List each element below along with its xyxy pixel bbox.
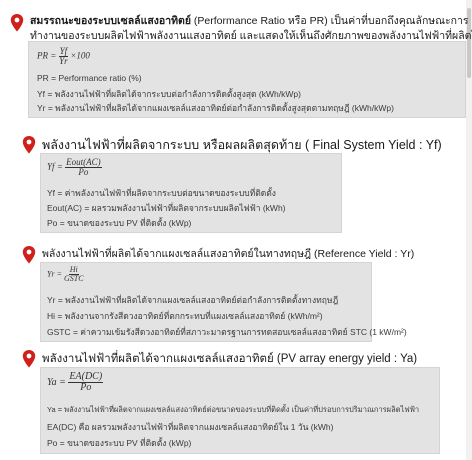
vertical-scrollbar[interactable] (466, 0, 472, 460)
formula-box: Yr = Hi GSTC Yr = พลังงานไฟฟ้าที่ผลิตได้… (40, 262, 407, 342)
section-reference-yield: พลังงานไฟฟ้าที่ผลิตได้จากแผงเซลล์แสงอาทิ… (0, 240, 466, 342)
definition-line: Eout(AC) = ผลรวมพลังงานไฟฟ้าที่ผลิตจากระ… (47, 203, 286, 213)
definition-line: Yr = พลังงานไฟฟ้าที่ผลิตได้จากแผงเซลล์แส… (47, 295, 339, 305)
definition-line: Yf = พลังงานไฟฟ้าที่ผลิตได้จากระบบต่อกำล… (37, 89, 301, 99)
definition-line: EA(DC) คือ ผลรวมพลังงานไฟฟ้าที่ผลิตจากแผ… (47, 422, 334, 432)
formula-yr: Yr = Hi GSTC (47, 266, 84, 283)
formula-ya: Ya = EA(DC) Po (47, 372, 104, 393)
formula-box: Ya = EA(DC) Po Ya = พลังงานไฟฟ้าที่ผลิตจ… (40, 367, 440, 454)
formula-box: Yf = Eout(AC) Po Yf = ค่าพลังงานไฟฟ้าที่… (40, 153, 342, 233)
formula-denominator: Po (78, 167, 89, 177)
formula-pr: PR = Yf Yr ×100 (37, 47, 90, 66)
section-title: พลังงานไฟฟ้าที่ผลิตได้จากแผงเซลล์แสงอาทิ… (42, 248, 415, 260)
definition-line: Po = ขนาดของระบบ PV ที่ติดตั้ง (kWp) (47, 438, 192, 448)
formula-denominator: GSTC (63, 274, 84, 283)
formula-lhs: Ya = (47, 376, 66, 388)
formula-yf: Yf = Eout(AC) Po (47, 158, 102, 177)
definition-line: Yf = ค่าพลังงานไฟฟ้าที่ผลิตจากระบบต่อขนา… (47, 188, 276, 198)
map-pin-icon (22, 246, 36, 264)
section-final-system-yield: พลังงานไฟฟ้าที่ผลิตจากระบบ หรือผลผลิตสุด… (0, 128, 466, 233)
map-pin-icon (22, 350, 36, 368)
formula-lhs: PR = (37, 50, 57, 61)
formula-lhs: Yf = (47, 161, 63, 172)
map-pin-icon (10, 14, 24, 32)
definition-line: Yr = พลังงานไฟฟ้าที่ผลิตได้จากแผงเซลล์แส… (37, 103, 394, 113)
section-title: พลังงานไฟฟ้าที่ผลิตจากระบบ หรือผลผลิตสุด… (42, 138, 442, 152)
formula-lhs: Yr = (47, 269, 62, 279)
title-rest: (Performance Ratio หรือ PR) เป็นค่าที่บอ… (191, 15, 469, 27)
section-performance-ratio: สมรรถนะของระบบเซลล์แสงอาทิตย์ (Performan… (0, 0, 472, 118)
definition-line: PR = Performance ratio (%) (37, 73, 142, 83)
definition-line: Ya = พลังงานไฟฟ้าที่ผลิตจากแผงเซลล์แสงอา… (47, 405, 420, 414)
formula-tail: ×100 (70, 50, 90, 61)
definition-line: Hi = พลังงานจากรังสีดวงอาทิตย์ที่ตกกระทบ… (47, 311, 323, 321)
definition-line: Po = ขนาดของระบบ PV ที่ติดตั้ง (kWp) (47, 218, 192, 228)
formula-denominator: Yr (59, 56, 68, 66)
formula-denominator: Po (80, 382, 92, 393)
formula-box: PR = Yf Yr ×100 PR = Performance ratio (… (28, 41, 466, 118)
title-bold: สมรรถนะของระบบเซลล์แสงอาทิตย์ (30, 15, 191, 27)
section-title: พลังงานไฟฟ้าที่ผลิตได้จากแผงเซลล์แสงอาทิ… (42, 353, 418, 365)
map-pin-icon (22, 136, 36, 154)
section-pv-array-yield: พลังงานไฟฟ้าที่ผลิตได้จากแผงเซลล์แสงอาทิ… (0, 346, 466, 456)
definition-line: GSTC = ค่าความเข้มรังสีดวงอาทิตย์ที่สภาว… (47, 327, 407, 337)
